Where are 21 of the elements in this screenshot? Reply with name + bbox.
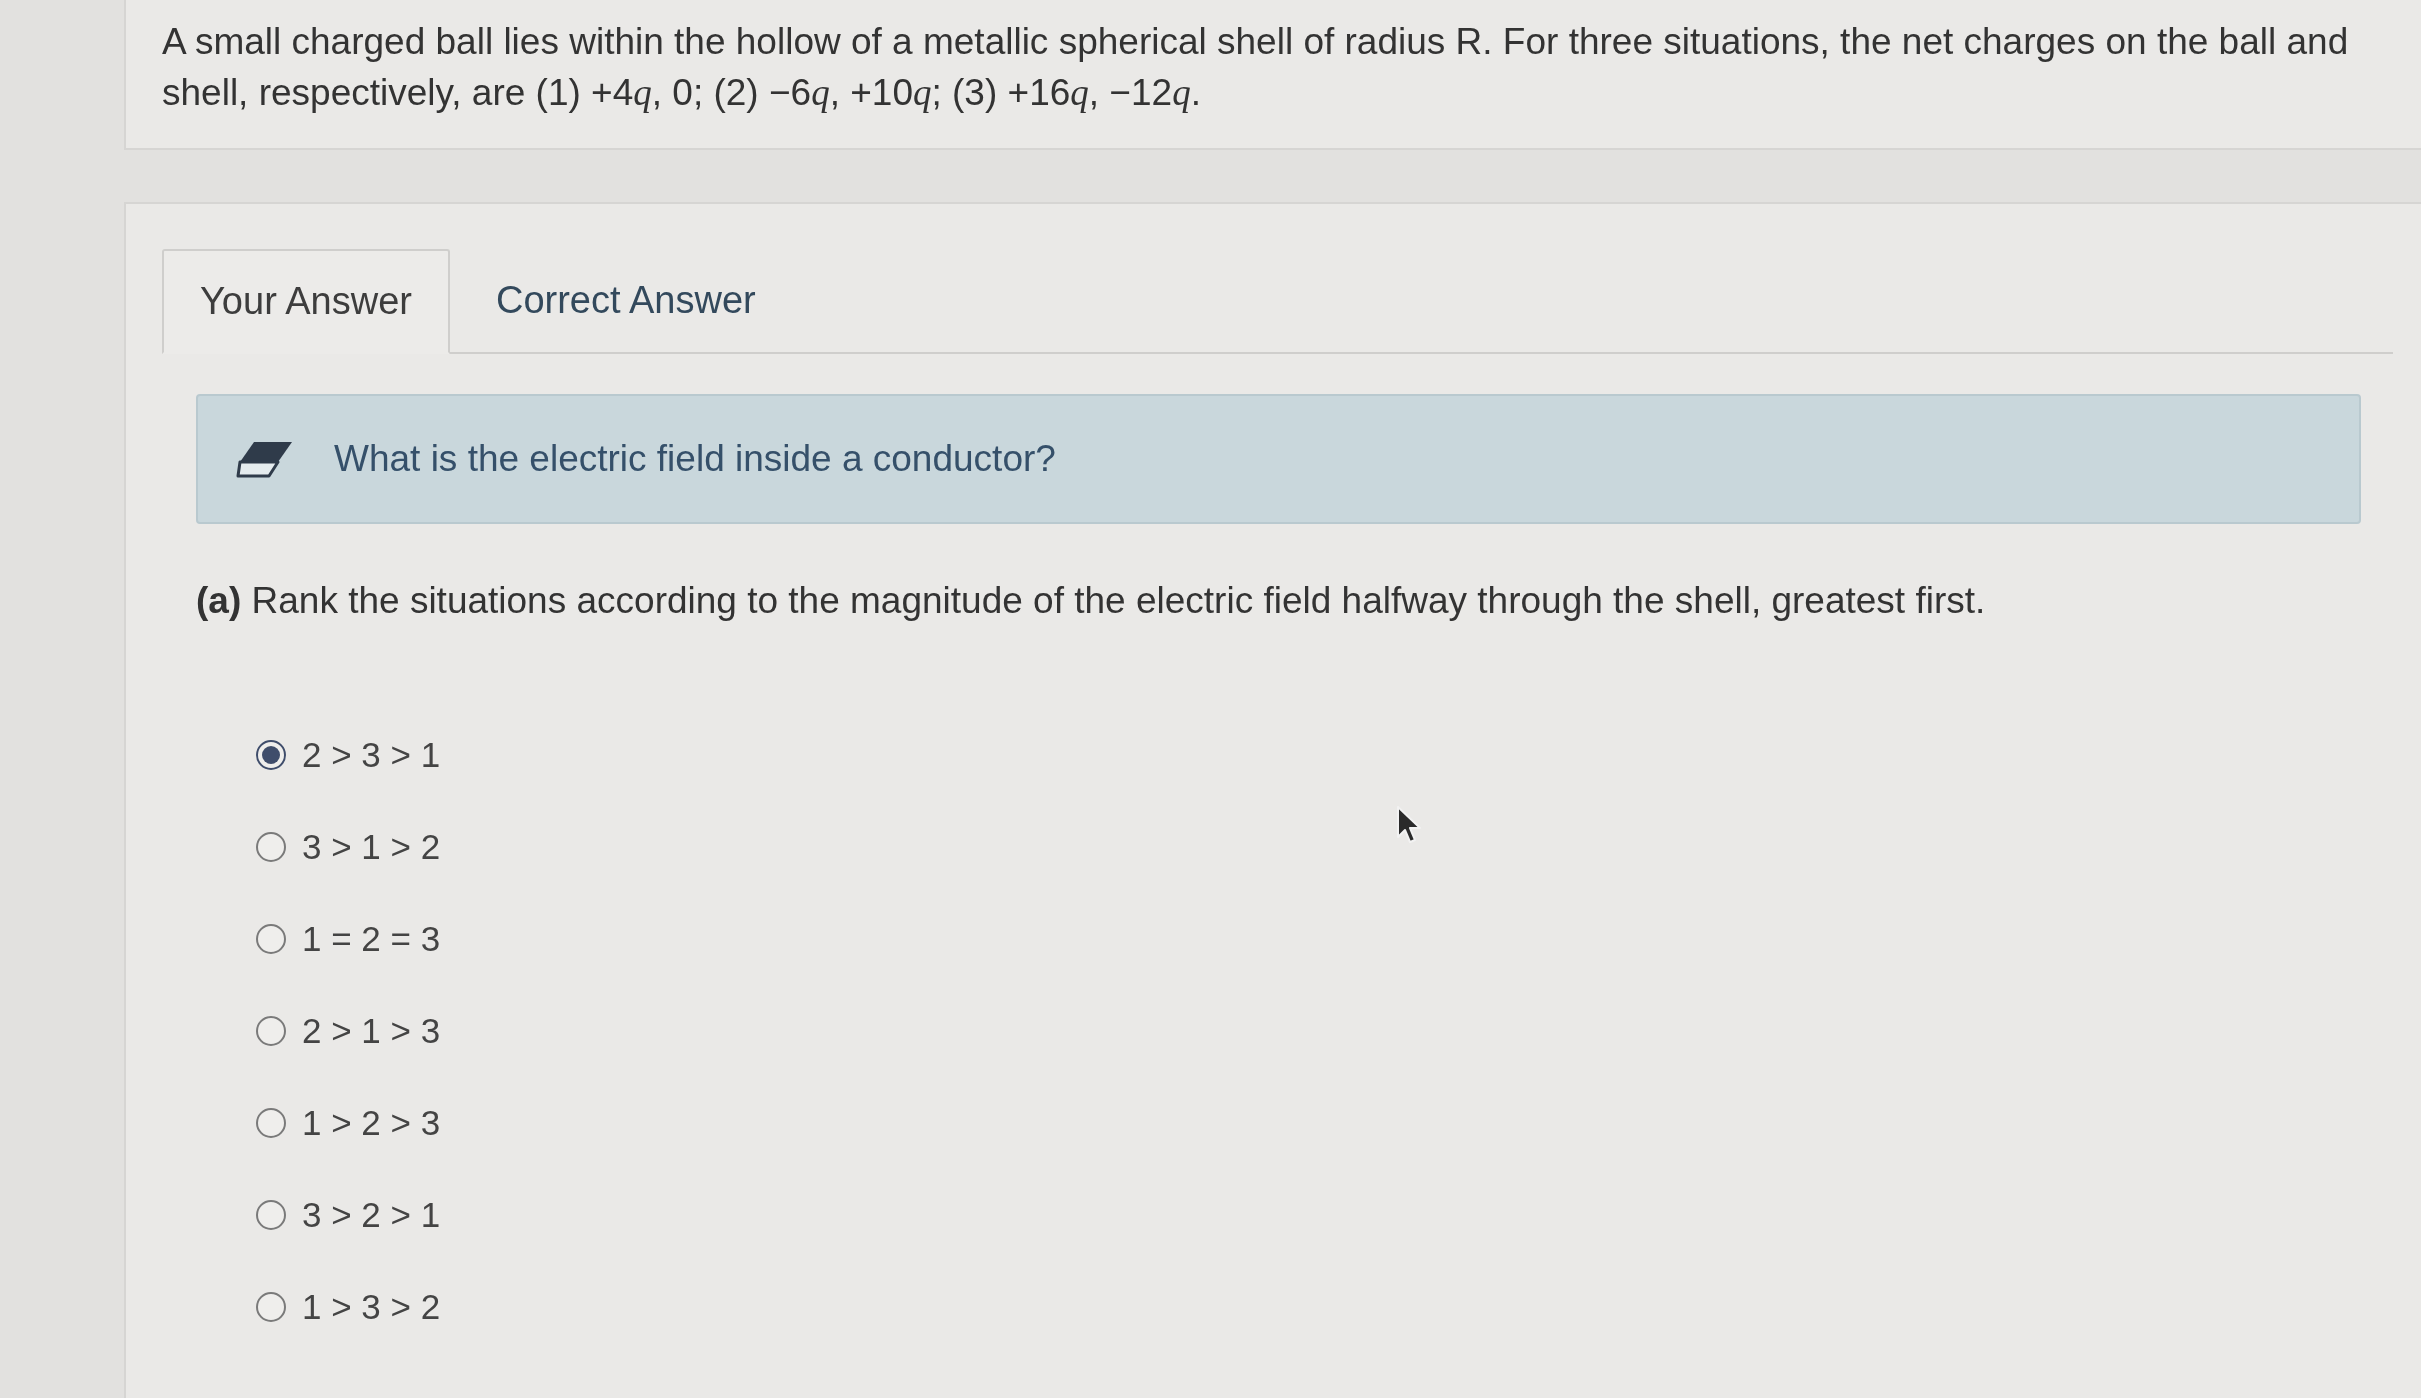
mouse-pointer-icon (1396, 805, 1422, 845)
radio-button[interactable] (256, 1016, 286, 1046)
option-label[interactable]: 2 > 3 > 1 (302, 735, 441, 775)
option-label[interactable]: 1 > 2 > 3 (302, 1103, 441, 1143)
option-label[interactable]: 1 > 3 > 2 (302, 1287, 441, 1327)
option-label[interactable]: 3 > 2 > 1 (302, 1195, 441, 1235)
eraser-icon (236, 440, 294, 478)
answer-tab[interactable]: Your Answer (162, 249, 450, 354)
radio-button[interactable] (256, 832, 286, 862)
radio-button[interactable] (256, 1292, 286, 1322)
part-question-text: (a) Rank the situations according to the magnitude of the electric field halfway through the shell, greatest first. (196, 579, 1987, 623)
option-label[interactable]: 1 = 2 = 3 (302, 919, 441, 959)
hint-text: What is the electric field inside a conductor? (334, 438, 1056, 480)
radio-button[interactable] (256, 924, 286, 954)
radio-button[interactable] (256, 1108, 286, 1138)
option-label[interactable]: 3 > 1 > 2 (302, 827, 441, 867)
radio-button[interactable] (256, 1200, 286, 1230)
question-text: A small charged ball lies within the hollow of a metallic spherical shell of radius R. For three situations, the net charges on the ball and shell, respectively, are (1) +4q, 0; (2) −6q, +10q; (3) +16q, −12q. (162, 20, 2350, 115)
radio-button[interactable] (256, 740, 286, 770)
option-label[interactable]: 2 > 1 > 3 (302, 1011, 441, 1051)
answer-tab[interactable]: Correct Answer (449, 249, 802, 352)
